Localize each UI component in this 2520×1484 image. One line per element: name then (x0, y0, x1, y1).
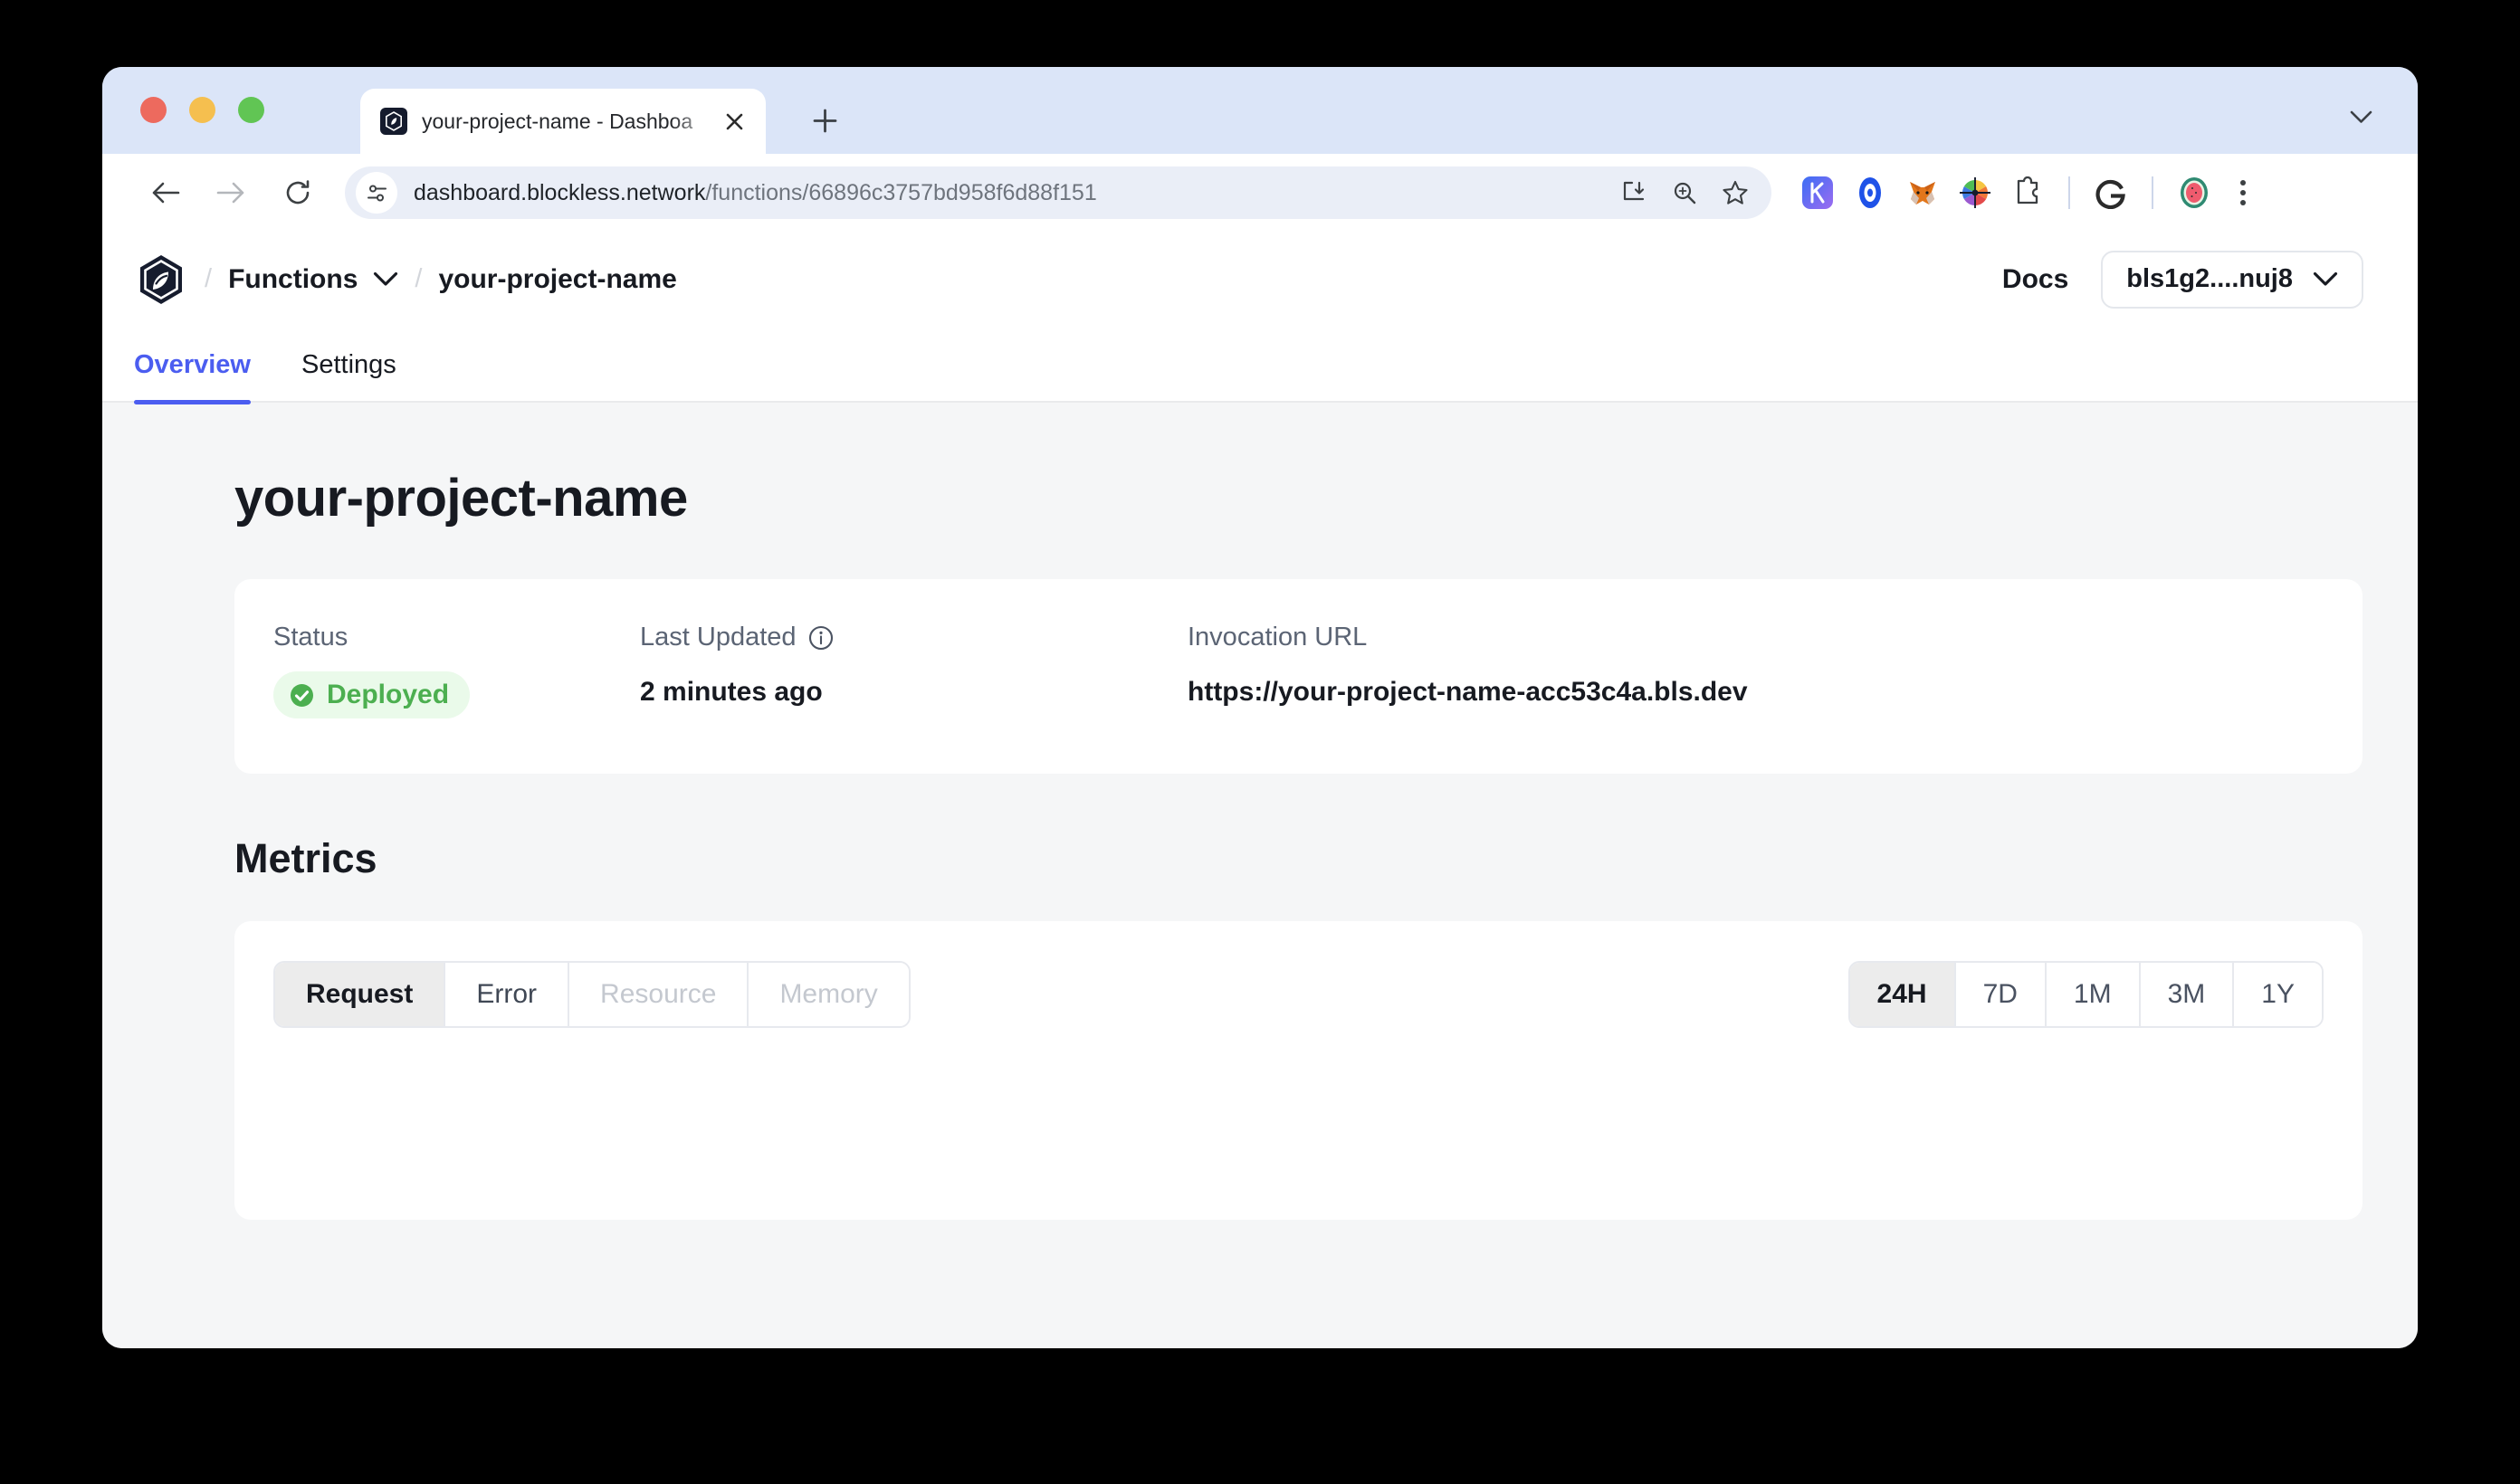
bookmark-star-icon[interactable] (1712, 169, 1759, 216)
page-title: your-project-name (234, 469, 688, 528)
browser-tab[interactable]: your-project-name - Dashboa (360, 89, 766, 154)
range-24h[interactable]: 24H (1849, 963, 1956, 1026)
wallet-address-dropdown[interactable]: bls1g2....nuj8 (2101, 250, 2363, 309)
google-account-icon[interactable] (2090, 172, 2132, 214)
metric-tab-resource: Resource (569, 963, 749, 1026)
install-app-icon[interactable] (1610, 169, 1657, 216)
chevron-down-icon[interactable] (373, 271, 398, 287)
breadcrumb-current: your-project-name (438, 263, 677, 294)
okx-wallet-extension-icon[interactable] (1849, 172, 1891, 214)
toolbar-divider (2068, 176, 2070, 209)
invocation-url-label: Invocation URL (1188, 623, 1368, 652)
extensions-puzzle-icon[interactable] (2007, 172, 2048, 214)
breadcrumb-separator: / (415, 264, 423, 293)
status-label: Status (273, 623, 348, 652)
zoom-search-icon[interactable] (1661, 169, 1708, 216)
browser-tab-title: your-project-name - Dashboa (422, 109, 693, 133)
back-arrow-icon[interactable] (140, 167, 191, 218)
kebab-menu-icon[interactable] (2222, 172, 2264, 214)
last-updated-value: 2 minutes ago (640, 677, 823, 707)
maximize-window-button[interactable] (238, 97, 264, 123)
metrics-card: Request Error Resource Memory 24H 7D 1M … (234, 921, 2362, 1220)
range-1m[interactable]: 1M (2046, 963, 2141, 1026)
reload-icon[interactable] (272, 167, 323, 218)
omnibox-actions (1610, 169, 1759, 216)
status-badge-label: Deployed (327, 680, 450, 709)
range-1y[interactable]: 1Y (2234, 963, 2322, 1026)
range-3m[interactable]: 3M (2140, 963, 2235, 1026)
page-content: your-project-name Status Deployed Last U… (102, 403, 2418, 1220)
last-updated-field: Last Updated 2 minutes ago (640, 623, 1188, 708)
omnibox-url: dashboard.blockless.network/functions/66… (414, 180, 1097, 206)
page-viewport: / Functions / your-project-name Docs bls… (102, 232, 2418, 1348)
time-range-segmented-control: 24H 7D 1M 3M 1Y (1847, 961, 2324, 1028)
forward-arrow-icon[interactable] (205, 167, 256, 218)
omnibox-url-path: /functions/66896c3757bd958f6d88f151 (705, 179, 1097, 205)
info-icon[interactable] (808, 625, 834, 651)
chevron-down-icon (2313, 271, 2338, 287)
tab-settings[interactable]: Settings (276, 327, 422, 403)
status-field: Status Deployed (273, 623, 640, 718)
browser-tabstrip: your-project-name - Dashboa (102, 67, 2418, 154)
minimize-window-button[interactable] (189, 97, 215, 123)
tab-overview[interactable]: Overview (102, 327, 276, 404)
status-card: Status Deployed Last Updated 2 minutes a… (234, 579, 2362, 774)
last-updated-label: Last Updated (640, 623, 1188, 652)
app-tab-bar: Overview Settings (102, 327, 2418, 404)
extension-icons (1797, 172, 2215, 214)
plus-icon[interactable] (804, 100, 845, 141)
docs-link[interactable]: Docs (2002, 264, 2068, 295)
keplr-extension-icon[interactable] (1797, 172, 1838, 214)
omnibox-url-host: dashboard.blockless.network (414, 179, 706, 205)
blockless-logo-icon[interactable] (134, 252, 188, 307)
site-settings-icon[interactable] (356, 172, 397, 214)
invocation-url-value[interactable]: https://your-project-name-acc53c4a.bls.d… (1188, 677, 1748, 708)
color-wheel-extension-icon[interactable] (1954, 172, 1996, 214)
close-window-button[interactable] (140, 97, 167, 123)
metric-tab-request[interactable]: Request (275, 963, 446, 1026)
metric-type-segmented-control: Request Error Resource Memory (273, 961, 911, 1028)
app-header: / Functions / your-project-name Docs bls… (102, 232, 2418, 327)
app-header-right: Docs bls1g2....nuj8 (2002, 250, 2363, 309)
close-icon[interactable] (719, 106, 749, 137)
browser-window: your-project-name - Dashboa dashboard.bl… (102, 67, 2418, 1348)
toolbar-divider (2152, 176, 2153, 209)
status-badge: Deployed (273, 671, 471, 718)
check-circle-icon (289, 682, 315, 709)
blockless-logo-icon (380, 108, 407, 135)
breadcrumb-separator: / (205, 264, 213, 293)
metric-tab-memory: Memory (749, 963, 909, 1026)
chevron-down-icon[interactable] (2340, 96, 2382, 138)
wallet-address-label: bls1g2....nuj8 (2126, 264, 2293, 293)
range-7d[interactable]: 7D (1955, 963, 2047, 1026)
metamask-extension-icon[interactable] (1902, 172, 1943, 214)
omnibox[interactable]: dashboard.blockless.network/functions/66… (345, 166, 1771, 219)
last-updated-label-text: Last Updated (640, 623, 797, 652)
profile-avatar-watermelon[interactable] (2173, 172, 2215, 214)
breadcrumb-parent[interactable]: Functions (228, 264, 358, 295)
window-traffic-lights (140, 97, 264, 123)
metric-tab-error[interactable]: Error (445, 963, 570, 1026)
metrics-section-title: Metrics (234, 835, 377, 881)
invocation-url-field: Invocation URL https://your-project-name… (1188, 623, 1748, 708)
browser-toolbar: dashboard.blockless.network/functions/66… (102, 154, 2418, 232)
